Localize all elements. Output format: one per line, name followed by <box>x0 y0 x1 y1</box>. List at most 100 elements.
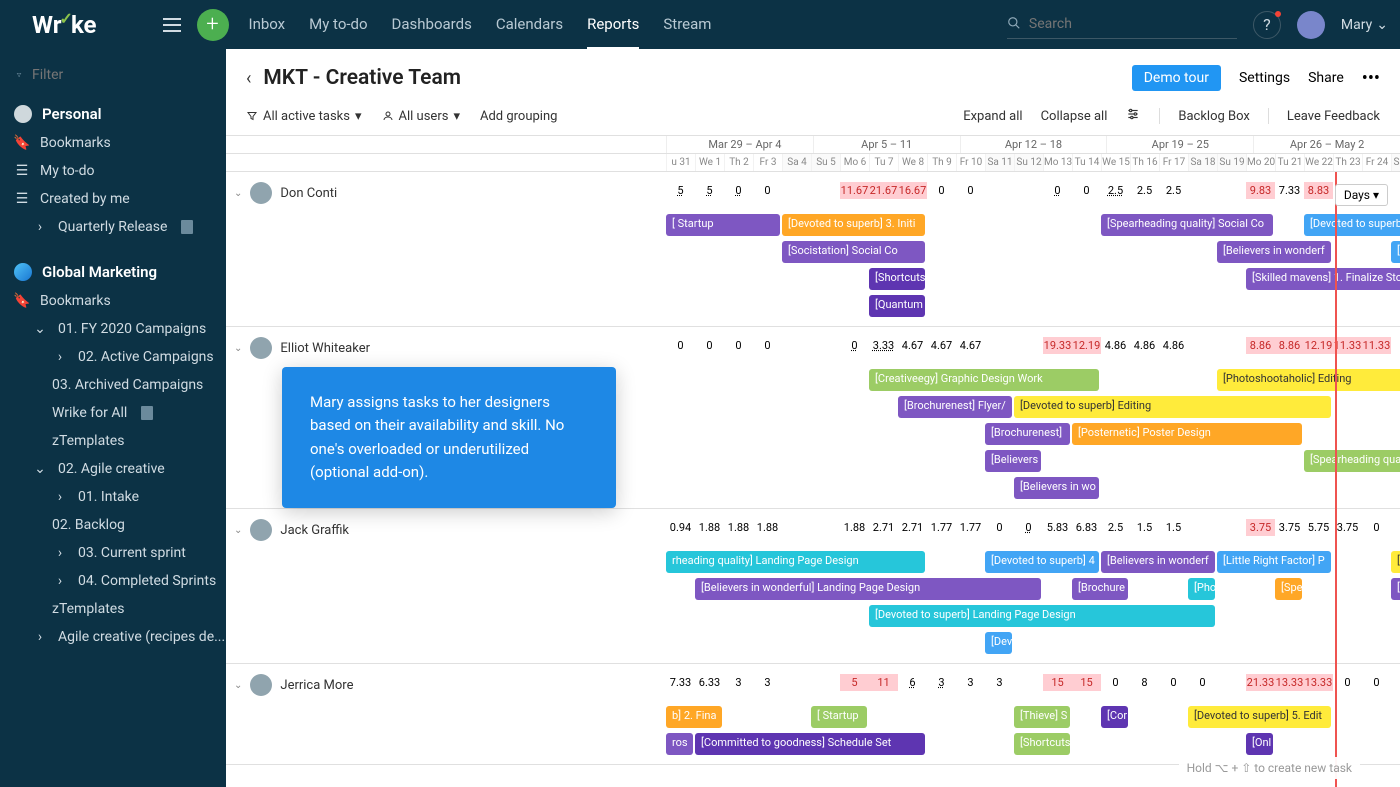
hour-cell[interactable] <box>782 519 811 536</box>
hour-cell[interactable]: 0 <box>724 337 753 354</box>
settings-button[interactable]: Settings <box>1239 70 1290 86</box>
hour-cell[interactable]: 3.75 <box>1275 519 1304 536</box>
task-bar[interactable]: [Believers <box>985 450 1041 472</box>
task-bar[interactable]: [Posternetic] Poster Design <box>1072 423 1302 445</box>
task-bar[interactable]: [Thieve] S <box>1014 706 1070 728</box>
sidebar-bookmarks2[interactable]: 🔖Bookmarks <box>0 287 226 315</box>
nav-reports[interactable]: Reports <box>587 1 639 49</box>
hour-cell[interactable]: 0 <box>1362 519 1391 536</box>
task-bar[interactable]: [Committed to goodness] Schedule Set <box>695 733 925 755</box>
hour-cell[interactable]: 0 <box>985 519 1014 536</box>
hour-cell[interactable] <box>1217 182 1246 199</box>
hour-cell[interactable]: 0 <box>666 337 695 354</box>
hour-cell[interactable] <box>1014 674 1043 691</box>
hour-cell[interactable]: 4.67 <box>956 337 985 354</box>
task-bar[interactable]: [Cor <box>1101 706 1128 728</box>
hour-cell[interactable]: 0 <box>1391 519 1400 536</box>
hour-cell[interactable]: 0 <box>1159 674 1188 691</box>
hour-cell[interactable]: 0 <box>1333 674 1362 691</box>
nav-stream[interactable]: Stream <box>663 1 711 49</box>
hour-cell[interactable] <box>782 182 811 199</box>
sidebar-intake[interactable]: ›01. Intake <box>0 483 226 511</box>
hour-cell[interactable] <box>1391 674 1400 691</box>
add-grouping[interactable]: Add grouping <box>480 109 557 124</box>
sidebar-filter[interactable] <box>0 61 226 89</box>
hour-cell[interactable]: 0 <box>753 337 782 354</box>
hour-cell[interactable] <box>1188 182 1217 199</box>
hour-cell[interactable]: 0 <box>1101 674 1130 691</box>
hour-cell[interactable]: 11.33 <box>1333 337 1362 354</box>
hour-cell[interactable]: 3 <box>724 674 753 691</box>
task-bar[interactable]: [Skilled mavens] 1. Finalize Storyboard <box>1246 268 1400 290</box>
sidebar-completed[interactable]: ›04. Completed Sprints <box>0 567 226 595</box>
hour-cell[interactable] <box>1391 337 1400 354</box>
task-bar[interactable]: [Devoted to superb] Landing Page Design <box>869 605 1215 627</box>
hour-cell[interactable]: 2.5 <box>1159 182 1188 199</box>
hour-cell[interactable] <box>811 182 840 199</box>
hour-cell[interactable]: 1.88 <box>724 519 753 536</box>
hour-cell[interactable]: 12.19 <box>1304 337 1333 354</box>
chevron-down-icon[interactable]: ⌄ <box>234 525 242 536</box>
logo[interactable]: Wr✓ke <box>32 11 97 39</box>
hour-cell[interactable] <box>782 674 811 691</box>
hour-cell[interactable]: 1.88 <box>695 519 724 536</box>
user-avatar[interactable] <box>1297 11 1325 39</box>
task-bar[interactable]: [Brochure <box>1072 578 1128 600</box>
task-bar[interactable]: [Little Right Factor] P <box>1217 551 1331 573</box>
hour-cell[interactable]: 13.33 <box>1275 674 1304 691</box>
hour-cell[interactable]: 2.71 <box>898 519 927 536</box>
sidebar-agile[interactable]: ⌄02. Agile creative <box>0 455 226 483</box>
chevron-down-icon[interactable]: ⌄ <box>234 680 242 691</box>
chevron-down-icon[interactable]: ⌄ <box>234 188 242 199</box>
task-bar[interactable]: [Bel <box>1391 578 1400 600</box>
hour-cell[interactable] <box>811 519 840 536</box>
hour-cell[interactable]: 1.5 <box>1130 519 1159 536</box>
user-menu[interactable]: Mary⌄ <box>1341 17 1388 33</box>
hour-cell[interactable]: 0.94 <box>666 519 695 536</box>
hour-cell[interactable] <box>1014 182 1043 199</box>
sidebar-wrike-all[interactable]: Wrike for All <box>0 399 226 427</box>
hour-cell[interactable] <box>1217 674 1246 691</box>
task-bar[interactable]: [Photoshootaholic] Editing <box>1217 369 1400 391</box>
hour-cell[interactable]: 11 <box>869 674 898 691</box>
add-button[interactable]: + <box>197 9 229 41</box>
sidebar-quarterly[interactable]: ›Quarterly Release <box>0 213 226 241</box>
hour-cell[interactable]: 8 <box>1130 674 1159 691</box>
hour-cell[interactable]: 21.33 <box>1246 674 1275 691</box>
leave-feedback[interactable]: Leave Feedback <box>1287 109 1380 124</box>
filter-users[interactable]: All users ▾ <box>382 109 460 124</box>
hour-cell[interactable]: 4.86 <box>1101 337 1130 354</box>
hour-cell[interactable] <box>1188 337 1217 354</box>
task-bar[interactable]: [Shortcuts <box>869 268 925 290</box>
task-bar[interactable]: [Onl <box>1246 733 1273 755</box>
hour-cell[interactable]: 1.88 <box>753 519 782 536</box>
task-bar[interactable]: [Devoted to superb] 5. Edit <box>1188 706 1331 728</box>
help-button[interactable]: ? <box>1253 11 1281 39</box>
sidebar-recipes[interactable]: ›Agile creative (recipes de... <box>0 623 226 651</box>
task-bar[interactable]: [Spe <box>1275 578 1302 600</box>
hour-cell[interactable]: 0 <box>927 182 956 199</box>
hour-cell[interactable]: 15 <box>1072 674 1101 691</box>
collapse-all[interactable]: Collapse all <box>1041 109 1108 124</box>
task-bar[interactable]: [Shortcuts <box>1014 733 1070 755</box>
hour-cell[interactable] <box>1217 337 1246 354</box>
hour-cell[interactable]: 4.86 <box>1159 337 1188 354</box>
task-bar[interactable]: [Devoted to superb] 6. Blog/Email Creati… <box>1304 214 1400 236</box>
hour-cell[interactable]: 5 <box>840 674 869 691</box>
search-box[interactable] <box>1007 11 1237 39</box>
hamburger-icon[interactable] <box>157 18 187 32</box>
task-bar[interactable]: [Quantum <box>869 295 925 317</box>
hour-cell[interactable]: 1.77 <box>956 519 985 536</box>
task-bar[interactable]: [Devoted to superb] 4 <box>985 551 1099 573</box>
task-bar[interactable]: [Brochurenest] Flyer/ <box>898 396 1012 418</box>
hour-cell[interactable]: 2.71 <box>869 519 898 536</box>
task-bar[interactable]: [Believers in wonderf <box>1217 241 1331 263</box>
task-bar[interactable]: [Spearheading quality] Social Co <box>1101 214 1273 236</box>
time-unit-selector[interactable]: Days ▾ <box>1335 184 1388 206</box>
task-bar[interactable]: [Pho <box>1188 578 1215 600</box>
hour-cell[interactable]: 5 <box>695 182 724 199</box>
sidebar-backlog[interactable]: 02. Backlog <box>0 511 226 539</box>
hour-cell[interactable]: 19.33 <box>1043 337 1072 354</box>
hour-cell[interactable]: 0 <box>1014 519 1043 536</box>
task-bar[interactable]: [Believers in wonderful] Landing Page De… <box>695 578 1041 600</box>
